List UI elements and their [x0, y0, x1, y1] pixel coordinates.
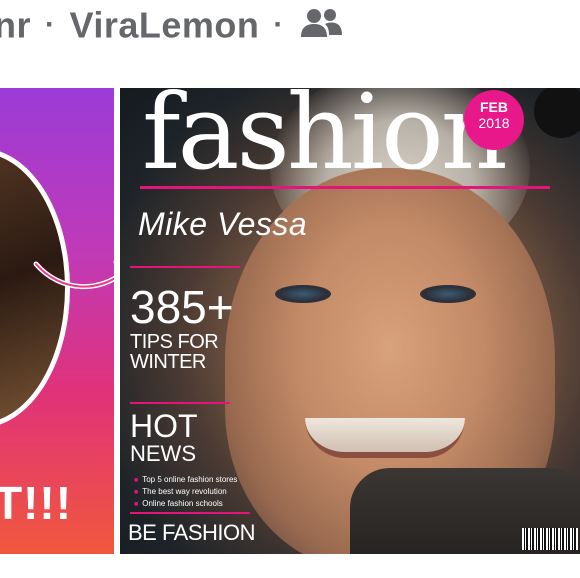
separator-dot: ·: [273, 8, 284, 42]
list-item: Online fashion schools: [134, 498, 237, 510]
cover-footer: BE FASHION: [128, 520, 256, 545]
cover-name: Mike Vessa: [138, 206, 308, 242]
post-image[interactable]: T!!! fashion FEB 2018 Mike Vessa 385+ TI…: [0, 88, 580, 554]
list-item: The best way revolution: [134, 486, 237, 498]
footer-rule: [130, 512, 250, 514]
curved-arrow-icon: [33, 260, 114, 290]
headline-tips-line: TIPS FOR: [130, 331, 219, 353]
headline-tips-line: WINTER: [130, 351, 206, 373]
panel-caption: T!!!: [0, 477, 73, 529]
barcode: [522, 528, 578, 550]
section-rule: [130, 402, 230, 404]
corner-logo: [534, 88, 580, 138]
group-name-link[interactable]: ViraLemon: [70, 4, 260, 45]
post-footer-space: [0, 554, 580, 578]
list-item: Top 5 online fashion stores: [134, 474, 237, 486]
hot-heading: HOT: [130, 408, 198, 444]
headline-number: 385+: [130, 281, 234, 333]
cover-photo-eye: [275, 285, 331, 303]
post-header: nr · ViraLemon ·: [0, 0, 580, 58]
news-list: Top 5 online fashion stores The best way…: [134, 474, 237, 510]
left-collage-panel: T!!!: [0, 88, 114, 554]
magazine-masthead: fashion: [142, 88, 508, 193]
masthead-rule: [140, 186, 550, 189]
post-meta: nr · ViraLemon ·: [0, 2, 344, 46]
group-icon: [298, 6, 344, 38]
badge-year: 2018: [478, 115, 510, 131]
magazine-cover: fashion FEB 2018 Mike Vessa 385+ TIPS FO…: [120, 88, 580, 554]
name-rule: [130, 266, 240, 268]
cover-photo-smile: [305, 418, 465, 458]
news-heading: NEWS: [130, 441, 196, 466]
author-name[interactable]: nr: [0, 4, 31, 45]
cover-photo-eye: [420, 285, 476, 303]
badge-month: FEB: [480, 99, 508, 115]
headline-tips: TIPS FOR WINTER: [130, 331, 219, 373]
issue-date-badge: FEB 2018: [464, 90, 524, 150]
separator-dot: ·: [45, 8, 56, 42]
